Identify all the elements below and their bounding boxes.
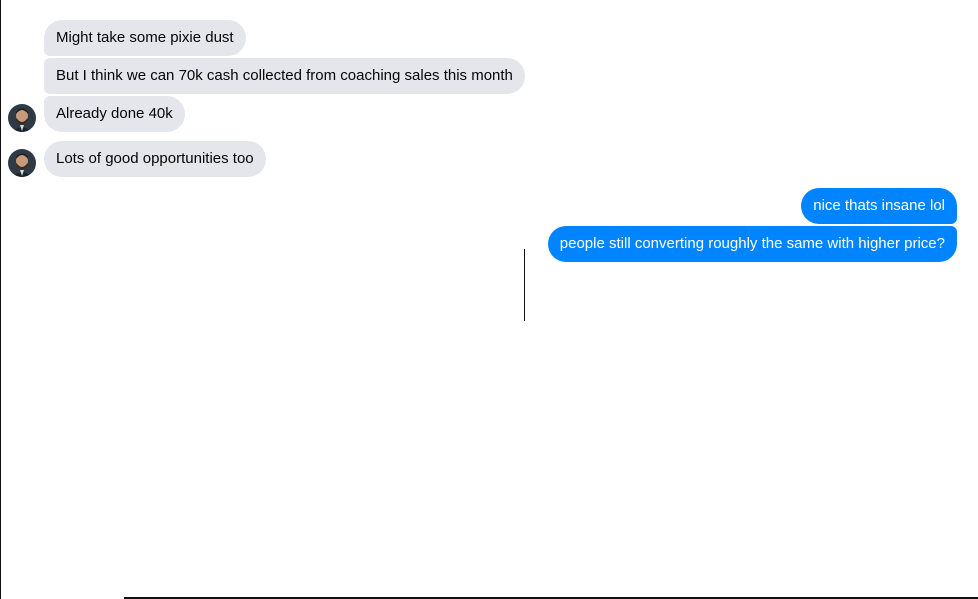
message-row: people still converting roughly the same… (547, 226, 957, 262)
outgoing-message-bubble[interactable]: nice thats insane lol (801, 188, 957, 224)
message-thread: Might take some pixie dust But I think w… (1, 0, 978, 599)
incoming-message-bubble[interactable]: Might take some pixie dust (44, 20, 246, 56)
text-cursor (524, 249, 525, 321)
contact-avatar-icon[interactable] (8, 149, 36, 177)
incoming-message-bubble[interactable]: But I think we can 70k cash collected fr… (44, 58, 525, 94)
incoming-message-bubble[interactable]: Lots of good opportunities too (44, 141, 266, 177)
chat-window: Might take some pixie dust But I think w… (0, 0, 978, 599)
outgoing-message-bubble[interactable]: people still converting roughly the same… (547, 226, 957, 262)
incoming-message-bubble[interactable]: Already done 40k (44, 96, 185, 132)
message-row: But I think we can 70k cash collected fr… (44, 58, 525, 94)
message-row: Already done 40k (44, 96, 185, 132)
message-row: Might take some pixie dust (44, 20, 246, 56)
contact-avatar-icon[interactable] (8, 104, 36, 132)
message-row: Lots of good opportunities too (44, 141, 266, 177)
message-row: nice thats insane lol (801, 188, 957, 224)
